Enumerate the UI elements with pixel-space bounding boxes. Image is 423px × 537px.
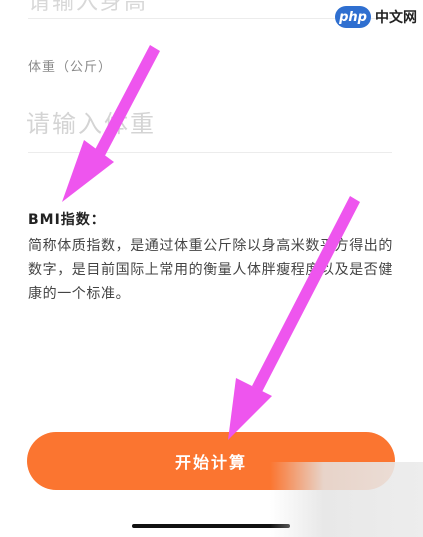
corner-blur-patch: [270, 462, 423, 537]
arrow-2-head: [228, 378, 272, 440]
arrow-1-head: [62, 140, 114, 202]
bmi-title: BMI指数：: [28, 212, 106, 228]
weight-divider: [28, 152, 392, 153]
home-indicator: [132, 524, 290, 528]
watermark-site-name: 中文网: [375, 10, 417, 26]
weight-label: 体重（公斤）: [28, 60, 113, 75]
height-input-partial[interactable]: 请输入身高: [28, 0, 148, 16]
watermark: php 中文网: [335, 4, 417, 30]
watermark-logo: php: [335, 6, 371, 28]
bmi-description: 简称体质指数，是通过体重公斤除以身高米数平方得出的数字，是目前国际上常用的衡量人…: [28, 238, 393, 302]
weight-input[interactable]: [26, 104, 386, 144]
